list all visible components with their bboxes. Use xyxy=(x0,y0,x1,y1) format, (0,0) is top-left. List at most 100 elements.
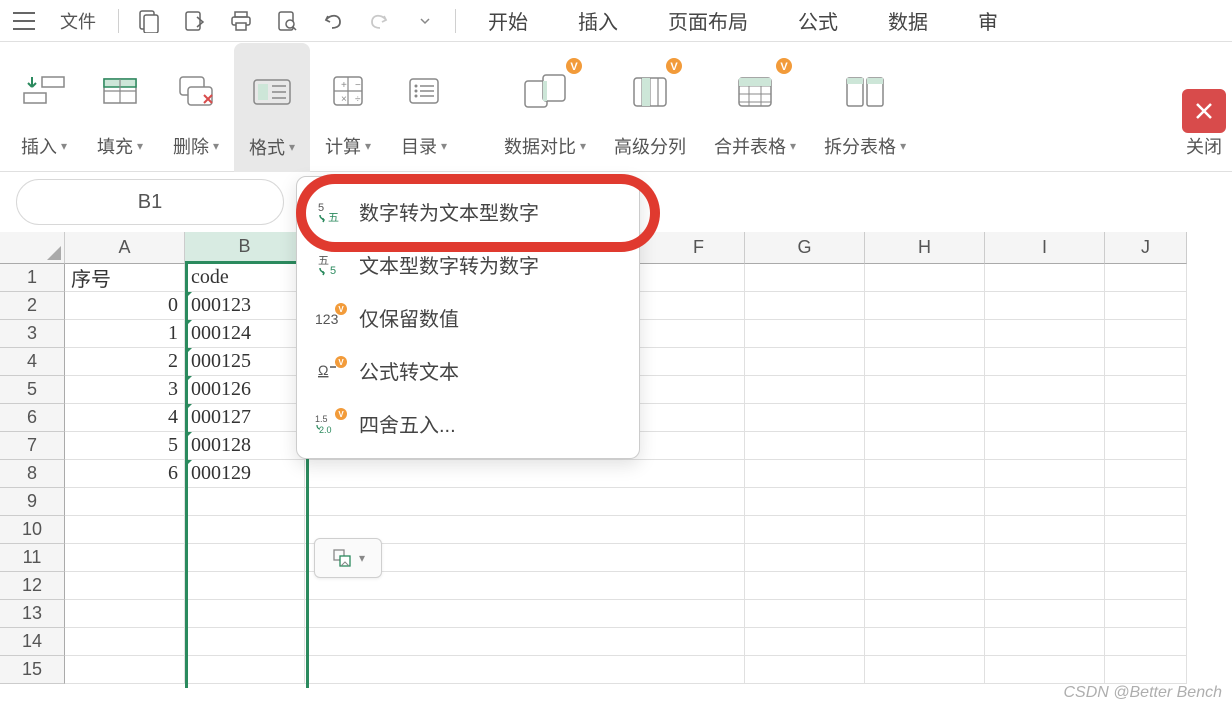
cell[interactable] xyxy=(865,404,985,432)
cell[interactable] xyxy=(65,488,185,516)
cell[interactable] xyxy=(745,460,865,488)
cell[interactable] xyxy=(745,264,865,292)
menu-formula-to-text[interactable]: ΩV 公式转文本 xyxy=(297,344,639,397)
cell[interactable]: code xyxy=(185,264,305,292)
row-header[interactable]: 7 xyxy=(0,432,65,460)
new-doc-icon[interactable] xyxy=(127,9,171,33)
cell[interactable] xyxy=(985,572,1105,600)
cell[interactable]: 000125 xyxy=(185,348,305,376)
row-header[interactable]: 6 xyxy=(0,404,65,432)
tab-home[interactable]: 开始 xyxy=(464,6,552,35)
cell[interactable]: 3 xyxy=(65,376,185,404)
cell[interactable] xyxy=(745,572,865,600)
cell[interactable] xyxy=(1105,572,1187,600)
cell[interactable]: 000129 xyxy=(185,460,305,488)
row-header[interactable]: 11 xyxy=(0,544,65,572)
cell[interactable] xyxy=(745,432,865,460)
cell[interactable] xyxy=(985,320,1105,348)
redo-icon[interactable] xyxy=(357,10,401,32)
cell[interactable]: 5 xyxy=(65,432,185,460)
ribbon-merge-table[interactable]: V 合并表格▾ xyxy=(700,42,810,171)
cell[interactable] xyxy=(1105,516,1187,544)
cell[interactable] xyxy=(1105,460,1187,488)
save-over-icon[interactable] xyxy=(173,9,217,33)
cell[interactable] xyxy=(65,516,185,544)
row-header[interactable]: 9 xyxy=(0,488,65,516)
cell[interactable] xyxy=(865,572,985,600)
menu-number-to-texttype[interactable]: 5五 数字转为文本型数字 xyxy=(297,185,639,238)
menu-texttype-to-number[interactable]: 五5 文本型数字转为数字 xyxy=(297,238,639,291)
cell[interactable] xyxy=(185,516,305,544)
name-box[interactable]: B1 xyxy=(16,179,284,225)
ribbon-fill[interactable]: 填充▾ xyxy=(82,42,158,171)
cell[interactable] xyxy=(65,600,185,628)
cell[interactable]: 序号 xyxy=(65,264,185,292)
ribbon-adv-split[interactable]: V 高级分列 xyxy=(600,42,700,171)
cell[interactable] xyxy=(745,292,865,320)
row-header[interactable]: 10 xyxy=(0,516,65,544)
cell[interactable]: 000127 xyxy=(185,404,305,432)
cell[interactable] xyxy=(1105,348,1187,376)
cell[interactable] xyxy=(745,516,865,544)
cell[interactable] xyxy=(985,516,1105,544)
cell[interactable] xyxy=(745,628,865,656)
cell[interactable] xyxy=(865,600,985,628)
row-header[interactable]: 3 xyxy=(0,320,65,348)
cell[interactable] xyxy=(985,376,1105,404)
cell[interactable] xyxy=(745,600,865,628)
cell[interactable] xyxy=(865,516,985,544)
cell[interactable] xyxy=(1105,264,1187,292)
cell[interactable] xyxy=(1105,404,1187,432)
cell[interactable] xyxy=(985,264,1105,292)
cell[interactable] xyxy=(985,292,1105,320)
cell[interactable] xyxy=(985,404,1105,432)
cell[interactable] xyxy=(985,656,1105,684)
ribbon-data-compare[interactable]: V 数据对比▾ xyxy=(490,42,600,171)
select-all-corner[interactable] xyxy=(0,232,65,264)
row-header[interactable]: 1 xyxy=(0,264,65,292)
cell[interactable] xyxy=(1105,656,1187,684)
row-header[interactable]: 4 xyxy=(0,348,65,376)
menu-keep-values-only[interactable]: 123V 仅保留数值 xyxy=(297,291,639,344)
cell[interactable]: 4 xyxy=(65,404,185,432)
row-header[interactable]: 5 xyxy=(0,376,65,404)
undo-icon[interactable] xyxy=(311,10,355,32)
cell[interactable] xyxy=(65,656,185,684)
cell[interactable] xyxy=(1105,628,1187,656)
cell[interactable] xyxy=(1105,544,1187,572)
cell[interactable]: 000123 xyxy=(185,292,305,320)
cell[interactable] xyxy=(185,600,305,628)
tab-review[interactable]: 审 xyxy=(954,6,1022,35)
cell[interactable]: 0 xyxy=(65,292,185,320)
cell[interactable] xyxy=(985,544,1105,572)
cell[interactable] xyxy=(185,656,305,684)
cell[interactable] xyxy=(305,488,745,516)
cell[interactable] xyxy=(985,348,1105,376)
row-header[interactable]: 8 xyxy=(0,460,65,488)
col-header[interactable]: I xyxy=(985,232,1105,264)
cell[interactable] xyxy=(985,460,1105,488)
col-header[interactable]: A xyxy=(65,232,185,264)
cell[interactable] xyxy=(745,656,865,684)
cell[interactable]: 1 xyxy=(65,320,185,348)
cell[interactable] xyxy=(745,320,865,348)
cell[interactable] xyxy=(865,628,985,656)
row-header[interactable]: 14 xyxy=(0,628,65,656)
col-header[interactable]: H xyxy=(865,232,985,264)
hamburger-menu-icon[interactable] xyxy=(4,12,44,30)
menu-file[interactable]: 文件 xyxy=(46,8,110,34)
cell[interactable] xyxy=(865,544,985,572)
cell[interactable]: 000124 xyxy=(185,320,305,348)
print-icon[interactable] xyxy=(219,9,263,33)
ribbon-toc[interactable]: 目录▾ xyxy=(386,42,462,171)
cell[interactable] xyxy=(1105,376,1187,404)
cell[interactable] xyxy=(1105,320,1187,348)
cell[interactable] xyxy=(1105,292,1187,320)
cell[interactable] xyxy=(985,432,1105,460)
cell[interactable] xyxy=(305,656,745,684)
cell[interactable] xyxy=(865,264,985,292)
ribbon-split-table[interactable]: 拆分表格▾ xyxy=(810,42,920,171)
col-header[interactable]: G xyxy=(745,232,865,264)
ribbon-insert[interactable]: 插入▾ xyxy=(6,42,82,171)
ribbon-close[interactable]: 关闭 xyxy=(1168,42,1226,171)
